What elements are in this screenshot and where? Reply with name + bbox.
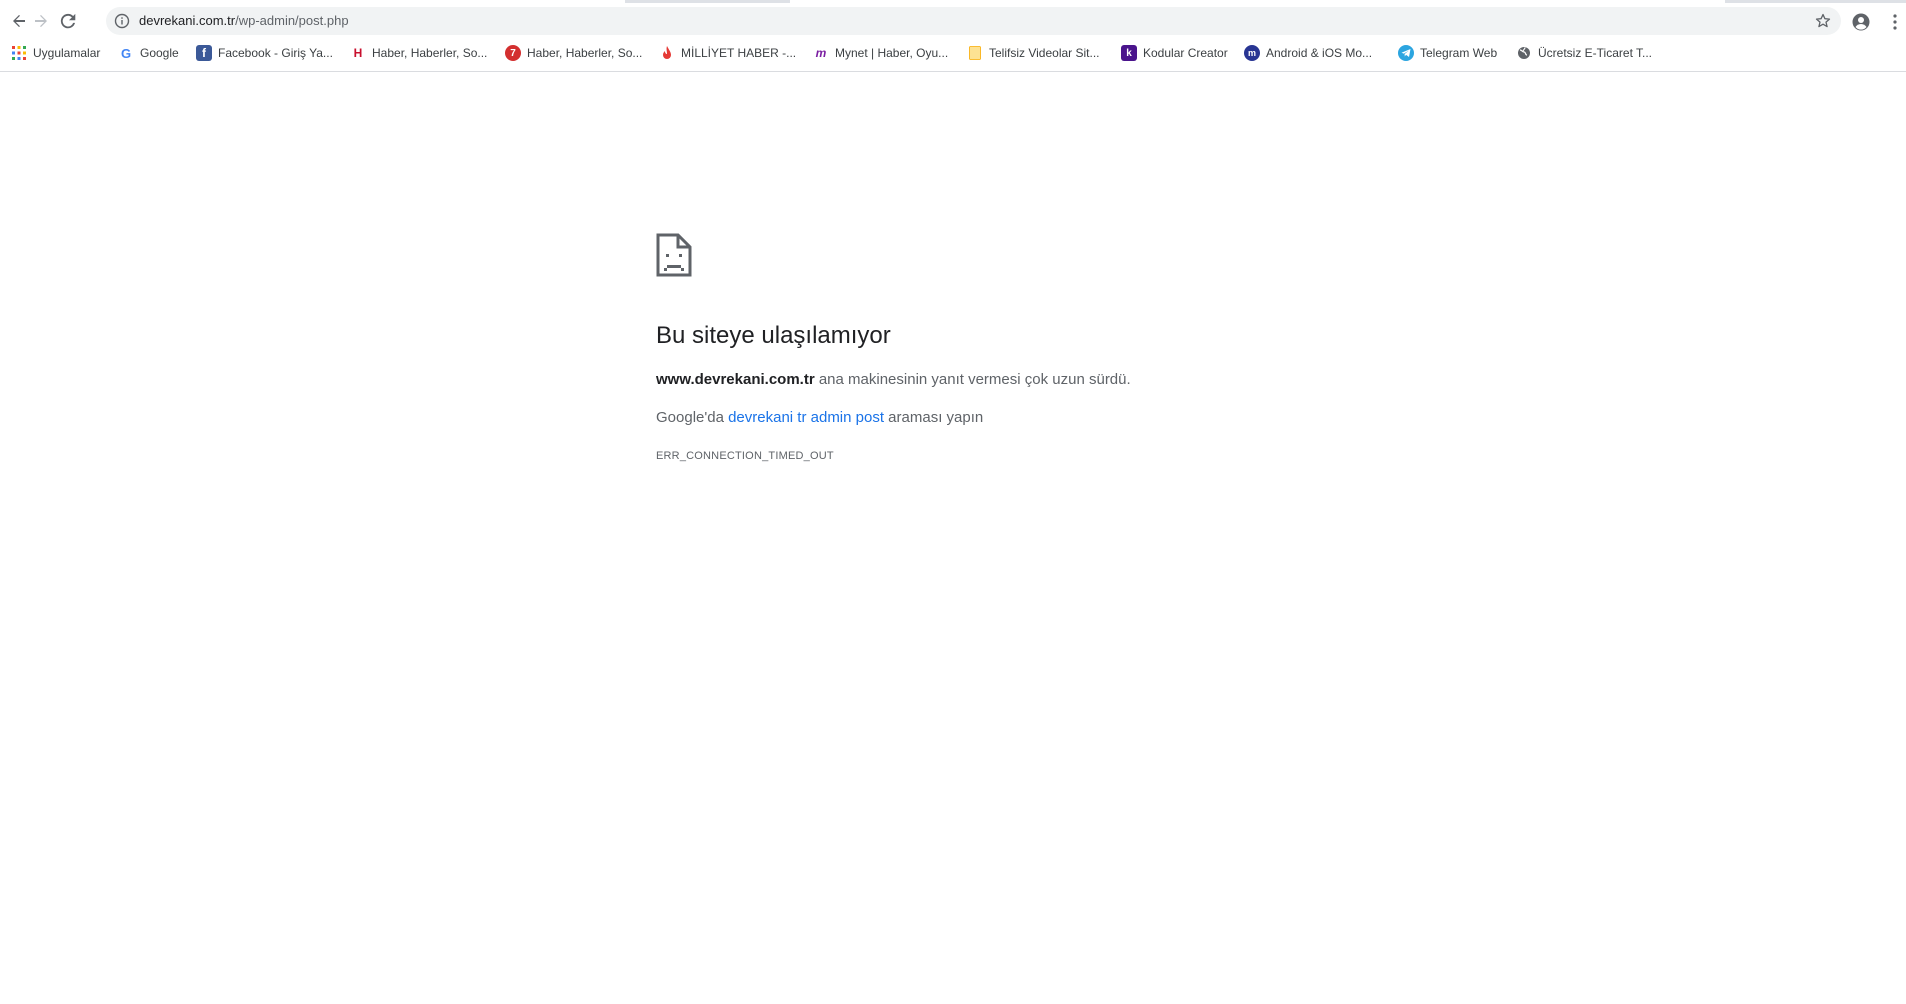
google-icon: G <box>120 45 132 61</box>
bookmark-telifsiz[interactable]: Telifsiz Videolar Sit... <box>967 40 1100 66</box>
bookmark-label: Haber, Haberler, So... <box>372 46 488 60</box>
error-title: Bu siteye ulaşılamıyor <box>656 322 891 349</box>
bookmark-label: Telegram Web <box>1420 46 1498 60</box>
toolbar: devrekani.com.tr/wp-admin/post.php <box>0 3 1906 39</box>
arrow-right-icon <box>35 15 47 27</box>
bookmarks-bar: Uygulamalar G Google f Facebook - Giriş … <box>0 40 1906 66</box>
error-host: www.devrekani.com.tr <box>656 371 815 388</box>
bookmark-label: Uygulamalar <box>33 46 101 60</box>
address-bar[interactable]: devrekani.com.tr/wp-admin/post.php <box>106 7 1841 35</box>
bookmark-label: Facebook - Giriş Ya... <box>218 46 333 60</box>
more-vertical-icon[interactable] <box>1888 13 1902 31</box>
forward-button[interactable] <box>27 7 55 35</box>
bookmark-label: Kodular Creator <box>1143 46 1228 60</box>
globe-icon <box>1516 45 1532 61</box>
suggestion-suffix: araması yapın <box>884 409 984 426</box>
error-code: ERR_CONNECTION_TIMED_OUT <box>656 450 834 462</box>
bookmark-apps[interactable]: Uygulamalar <box>11 40 100 66</box>
bookmark-telegram[interactable]: Telegram Web <box>1398 40 1497 66</box>
url-text[interactable]: devrekani.com.tr/wp-admin/post.php <box>139 13 349 29</box>
mynet-icon: m <box>815 46 827 60</box>
bookmark-google[interactable]: G Google <box>118 40 179 66</box>
bookmark-label: Telifsiz Videolar Sit... <box>989 46 1100 60</box>
error-description: www.devrekani.com.tr ana makinesinin yan… <box>656 370 1131 390</box>
bookmark-haber7[interactable]: 7 Haber, Haberler, So... <box>505 40 642 66</box>
haber7-icon: 7 <box>505 45 521 61</box>
bookmark-label: Mynet | Haber, Oyu... <box>835 46 949 60</box>
bookmark-eticaret[interactable]: Ücretsiz E-Ticaret T... <box>1516 40 1652 66</box>
apps-grid-icon <box>11 45 27 61</box>
info-icon[interactable] <box>114 13 130 29</box>
url-host: devrekani.com.tr <box>139 13 236 28</box>
bookmark-milliyet[interactable]: MİLLİYET HABER -... <box>659 40 796 66</box>
url-path: /wp-admin/post.php <box>235 13 349 28</box>
search-suggestion-link[interactable]: devrekani tr admin post <box>728 409 884 426</box>
milliyet-icon <box>659 45 675 61</box>
search-suggestion: Google'da devrekani tr admin post aramas… <box>656 408 983 428</box>
folder-icon <box>967 45 983 61</box>
reload-icon <box>60 13 76 29</box>
bookmark-kodular[interactable]: k Kodular Creator <box>1121 40 1228 66</box>
bookmark-mynet[interactable]: m Mynet | Haber, Oyu... <box>813 40 949 66</box>
bookmark-label: Ücretsiz E-Ticaret T... <box>1538 46 1653 60</box>
telegram-icon <box>1398 45 1414 61</box>
bookmark-label: Haber, Haberler, So... <box>527 46 643 60</box>
bookmark-facebook[interactable]: f Facebook - Giriş Ya... <box>196 40 333 66</box>
error-description-text: ana makinesinin yanıt vermesi çok uzun s… <box>814 371 1131 388</box>
bookmark-label: MİLLİYET HABER -... <box>681 46 797 60</box>
haberturk-icon: H <box>353 46 363 60</box>
browser-chrome: devrekani.com.tr/wp-admin/post.php Uygul… <box>0 0 1906 72</box>
bookmark-haberturk[interactable]: H Haber, Haberler, So... <box>350 40 488 66</box>
bookmark-label: Android & iOS Mo... <box>1266 46 1373 60</box>
star-icon[interactable] <box>1815 13 1831 29</box>
bookmark-label: Google <box>140 46 179 60</box>
sad-document-icon <box>656 233 692 277</box>
facebook-icon: f <box>196 45 212 61</box>
arrow-left-icon <box>13 15 25 27</box>
bookmark-android-ios[interactable]: m Android & iOS Mo... <box>1244 40 1372 66</box>
suggestion-prefix: Google'da <box>656 409 729 426</box>
reload-button[interactable] <box>54 7 82 35</box>
android-ios-icon: m <box>1244 45 1260 61</box>
profile-icon[interactable] <box>1852 13 1870 31</box>
kodular-icon: k <box>1121 45 1137 61</box>
